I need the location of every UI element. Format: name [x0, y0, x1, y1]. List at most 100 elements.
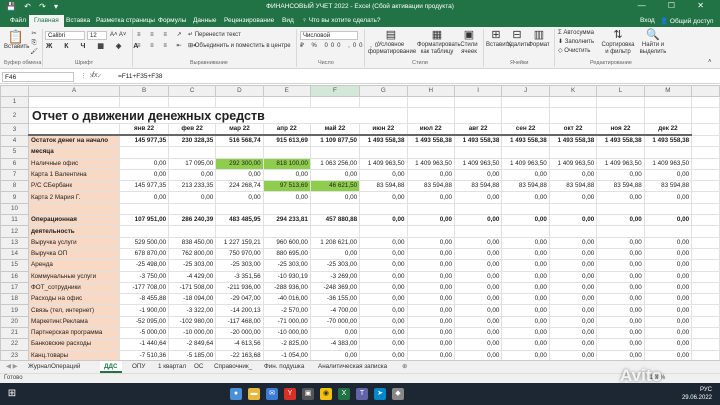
value-cell[interactable]: 0,00	[359, 259, 408, 272]
value-cell[interactable]: 0,00	[643, 327, 693, 340]
value-cell[interactable]: 0,00	[643, 236, 693, 249]
value-cell[interactable]	[309, 146, 361, 159]
value-cell[interactable]	[453, 225, 503, 238]
value-cell[interactable]: 1 109 877,50	[309, 134, 361, 148]
value-cell[interactable]: 0,00	[501, 214, 550, 227]
folder-icon[interactable]: ▬	[248, 388, 260, 400]
value-cell[interactable]: 0,00	[453, 349, 503, 360]
value-cell[interactable]: -248 369,00	[309, 281, 361, 295]
taskbar-app-icon[interactable]: ●	[230, 388, 242, 400]
value-cell[interactable]: 213 233,35	[168, 180, 217, 193]
value-cell[interactable]: 83 594,88	[548, 180, 598, 193]
value-cell[interactable]: -2 825,00	[262, 338, 311, 351]
row-label[interactable]: Партнерская программа	[28, 327, 121, 340]
cell[interactable]	[453, 107, 503, 125]
value-cell[interactable]: 1 493 558,38	[406, 134, 455, 148]
month-header[interactable]: фев 22	[168, 123, 217, 137]
value-cell[interactable]: 0,00	[596, 270, 645, 283]
value-cell[interactable]: 0,00	[501, 304, 550, 317]
cell-styles-button[interactable]: ▣ Стили ячеек	[458, 29, 480, 56]
row-header[interactable]: 2	[0, 107, 30, 125]
value-cell[interactable]: 1 409 963,50	[406, 157, 455, 170]
value-cell[interactable]: 0,00	[548, 259, 598, 272]
column-header[interactable]: J	[501, 85, 550, 97]
row-label[interactable]	[28, 202, 121, 216]
value-cell[interactable]: 0,00	[643, 247, 693, 261]
value-cell[interactable]: 915 613,69	[262, 134, 311, 148]
collapse-ribbon-icon[interactable]: ˄	[708, 59, 712, 66]
value-cell[interactable]: 0,00	[501, 168, 550, 182]
column-header[interactable]: F	[309, 85, 361, 97]
value-cell[interactable]: -4 700,00	[309, 304, 361, 317]
value-cell[interactable]	[453, 146, 503, 159]
cell[interactable]	[501, 107, 550, 125]
value-cell[interactable]: 0,00	[453, 338, 503, 351]
value-cell[interactable]: -171 508,00	[168, 281, 217, 295]
value-cell[interactable]: 0,00	[596, 191, 645, 204]
value-cell[interactable]: 1 493 558,38	[596, 134, 645, 148]
value-cell[interactable]: 0,00	[548, 191, 598, 204]
value-cell[interactable]: 17 095,00	[168, 157, 217, 170]
row-label[interactable]: Карта 1 Валентина	[28, 168, 121, 182]
value-cell[interactable]: 1 493 558,38	[643, 134, 693, 148]
cell[interactable]	[691, 123, 720, 136]
value-cell[interactable]: 1 409 963,50	[548, 157, 598, 170]
cell[interactable]	[501, 95, 550, 109]
value-cell[interactable]: -3 269,00	[309, 270, 361, 283]
sheet-tab-opu[interactable]: ОПУ	[128, 361, 149, 373]
value-cell[interactable]: 678 870,00	[119, 247, 170, 261]
cell[interactable]	[406, 95, 455, 109]
value-cell[interactable]: -20 000,00	[215, 327, 264, 340]
value-cell[interactable]: 0,00	[548, 281, 598, 295]
value-cell[interactable]: 0,00	[596, 281, 645, 295]
column-header[interactable]: H	[406, 85, 455, 97]
cell[interactable]	[691, 214, 720, 227]
cell[interactable]	[691, 270, 720, 283]
sheet-tab-directory[interactable]: Справочник_	[210, 361, 256, 373]
value-cell[interactable]: 0,00	[596, 327, 645, 340]
sign-in-link[interactable]: Вход	[640, 17, 655, 24]
value-cell[interactable]: -3 750,00	[119, 270, 170, 283]
value-cell[interactable]: 0,00	[453, 168, 503, 182]
clear-button[interactable]: ◇ Очистить	[558, 48, 590, 55]
value-cell[interactable]: 1 493 558,38	[359, 134, 408, 148]
system-clock[interactable]: РУС 29.06.2022	[682, 386, 712, 402]
cell[interactable]	[453, 95, 503, 109]
value-cell[interactable]: -1 054,00	[262, 349, 311, 360]
photos-icon[interactable]: ▣	[302, 388, 314, 400]
cell[interactable]	[691, 281, 720, 295]
value-cell[interactable]: 0,00	[453, 304, 503, 317]
value-cell[interactable]: 0,00	[453, 327, 503, 340]
value-cell[interactable]: 0,00	[359, 270, 408, 283]
sheet-tab-analytics[interactable]: Аналитическая записка	[314, 361, 391, 373]
value-cell[interactable]	[453, 202, 503, 216]
value-cell[interactable]: 0,00	[215, 168, 264, 182]
value-cell[interactable]: 0,00	[406, 168, 455, 182]
tab-home[interactable]: Главная	[29, 15, 64, 27]
row-label[interactable]: Аренда	[28, 259, 121, 272]
browser-icon[interactable]: Y	[284, 388, 296, 400]
row-header[interactable]: 15	[0, 259, 30, 272]
value-cell[interactable]: 83 594,88	[643, 180, 693, 193]
value-cell[interactable]: 0,00	[501, 191, 550, 204]
value-cell[interactable]: 0,00	[643, 293, 693, 306]
value-cell[interactable]: 0,00	[596, 349, 645, 360]
value-cell[interactable]: 83 594,88	[453, 180, 503, 193]
value-cell[interactable]: -25 303,00	[262, 259, 311, 272]
value-cell[interactable]: 1 409 963,50	[453, 157, 503, 170]
tab-file[interactable]: Файл	[10, 17, 26, 24]
value-cell[interactable]	[359, 202, 408, 216]
tab-insert[interactable]: Вставка	[66, 17, 90, 24]
font-size-select[interactable]: 12	[87, 31, 107, 40]
value-cell[interactable]: 0,00	[548, 349, 598, 360]
cell[interactable]	[691, 327, 720, 340]
row-header[interactable]: 3	[0, 123, 30, 136]
value-cell[interactable]	[215, 225, 264, 238]
value-cell[interactable]	[406, 202, 455, 216]
align-top-icons[interactable]: ≡ ≡ ≡ ↗	[137, 32, 186, 39]
value-cell[interactable]	[119, 146, 170, 159]
value-cell[interactable]: 818 100,00	[262, 157, 311, 170]
cell[interactable]	[119, 95, 170, 109]
value-cell[interactable]: -177 708,00	[119, 281, 170, 295]
app-icon[interactable]: ◆	[392, 388, 404, 400]
